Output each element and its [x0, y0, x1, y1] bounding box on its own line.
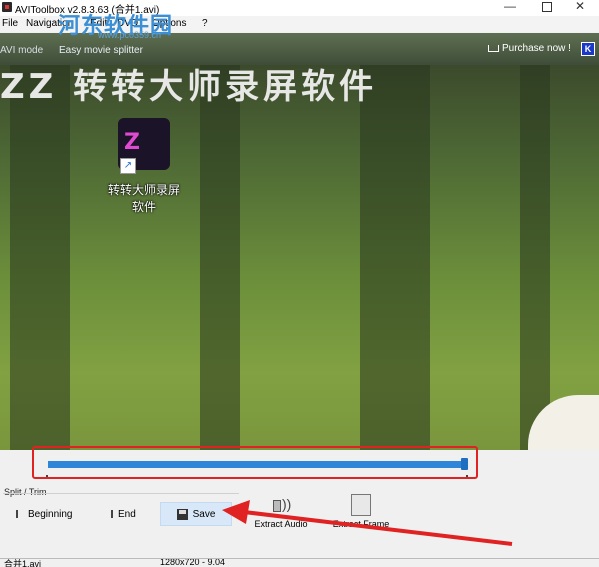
minimize-button[interactable]: —: [498, 0, 522, 14]
background-tree: [10, 65, 70, 450]
extract-frame-button[interactable]: Extract Frame: [330, 494, 392, 529]
save-label: Save: [192, 508, 216, 520]
end-label: End: [118, 508, 136, 520]
beginning-button[interactable]: Beginning: [16, 502, 80, 526]
k-logo-icon[interactable]: K: [581, 42, 595, 56]
end-button[interactable]: End: [106, 502, 146, 526]
split-trim-group-label: Split / Trim: [4, 487, 47, 497]
save-button[interactable]: Save: [160, 502, 232, 526]
cart-icon: [488, 44, 499, 52]
menu-file[interactable]: File: [2, 18, 18, 29]
annotation-highlight-box: [32, 446, 478, 479]
mode-label: AVI mode: [0, 45, 44, 56]
shortcut-arrow-icon: ↗: [120, 158, 136, 174]
app-logo-icon: Z: [124, 130, 140, 155]
app-icon: [2, 2, 12, 12]
menu-help[interactable]: ?: [202, 18, 208, 29]
extract-audio-label: Extract Audio: [254, 519, 308, 529]
background-tree: [200, 65, 240, 450]
maximize-icon: [542, 2, 552, 12]
mark-begin-icon: [16, 510, 23, 518]
background-tree: [360, 65, 430, 450]
background-tree: [520, 65, 550, 450]
close-button[interactable]: ✕: [568, 0, 592, 14]
extract-audio-button[interactable]: Extract Audio: [252, 494, 310, 529]
picture-icon: [351, 494, 371, 516]
floppy-disk-icon: [176, 508, 188, 520]
video-preview: ZZ 转转大师录屏软件 Z ↗ 转转大师录屏软件: [0, 65, 599, 450]
mark-end-icon: [106, 510, 113, 518]
watermark-url: www.pc0359.cn: [98, 30, 162, 40]
speaker-icon: [270, 494, 292, 516]
beginning-label: Beginning: [28, 508, 73, 520]
purchase-link[interactable]: Purchase now !: [488, 43, 571, 54]
desktop-shortcut-label: 转转大师录屏软件: [108, 183, 181, 214]
video-banner-text: ZZ 转转大师录屏软件: [0, 67, 378, 107]
toolbar-title: Easy movie splitter: [59, 45, 143, 56]
extract-frame-label: Extract Frame: [332, 519, 390, 529]
group-divider: [3, 493, 239, 494]
maximize-button[interactable]: [535, 0, 559, 14]
purchase-label: Purchase now !: [502, 43, 571, 54]
